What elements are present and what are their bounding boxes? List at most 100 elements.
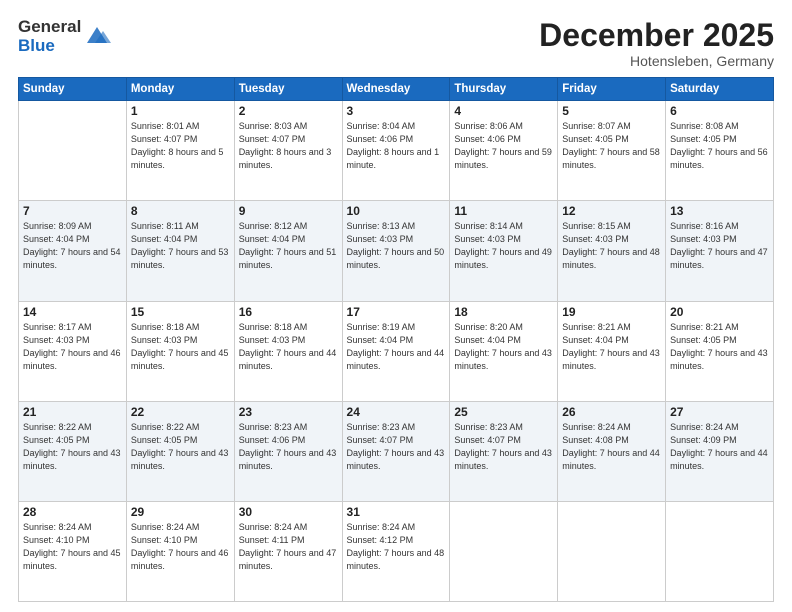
day-details: Sunrise: 8:04 AMSunset: 4:06 PMDaylight:… <box>347 121 440 170</box>
day-number: 25 <box>454 405 553 419</box>
table-row: 20 Sunrise: 8:21 AMSunset: 4:05 PMDaylig… <box>666 301 774 401</box>
table-row: 8 Sunrise: 8:11 AMSunset: 4:04 PMDayligh… <box>126 201 234 301</box>
table-row: 5 Sunrise: 8:07 AMSunset: 4:05 PMDayligh… <box>558 101 666 201</box>
day-number: 23 <box>239 405 338 419</box>
day-number: 14 <box>23 305 122 319</box>
day-details: Sunrise: 8:18 AMSunset: 4:03 PMDaylight:… <box>131 322 229 371</box>
table-row: 22 Sunrise: 8:22 AMSunset: 4:05 PMDaylig… <box>126 401 234 501</box>
header-row: Sunday Monday Tuesday Wednesday Thursday… <box>19 78 774 101</box>
table-row: 9 Sunrise: 8:12 AMSunset: 4:04 PMDayligh… <box>234 201 342 301</box>
day-number: 1 <box>131 104 230 118</box>
table-row: 7 Sunrise: 8:09 AMSunset: 4:04 PMDayligh… <box>19 201 127 301</box>
table-row: 17 Sunrise: 8:19 AMSunset: 4:04 PMDaylig… <box>342 301 450 401</box>
logo-blue: Blue <box>18 37 81 56</box>
day-details: Sunrise: 8:24 AMSunset: 4:10 PMDaylight:… <box>23 522 121 571</box>
day-details: Sunrise: 8:13 AMSunset: 4:03 PMDaylight:… <box>347 221 445 270</box>
day-number: 4 <box>454 104 553 118</box>
table-row: 13 Sunrise: 8:16 AMSunset: 4:03 PMDaylig… <box>666 201 774 301</box>
table-row: 14 Sunrise: 8:17 AMSunset: 4:03 PMDaylig… <box>19 301 127 401</box>
day-details: Sunrise: 8:06 AMSunset: 4:06 PMDaylight:… <box>454 121 552 170</box>
day-details: Sunrise: 8:09 AMSunset: 4:04 PMDaylight:… <box>23 221 121 270</box>
day-number: 2 <box>239 104 338 118</box>
day-details: Sunrise: 8:17 AMSunset: 4:03 PMDaylight:… <box>23 322 121 371</box>
day-details: Sunrise: 8:20 AMSunset: 4:04 PMDaylight:… <box>454 322 552 371</box>
col-tuesday: Tuesday <box>234 78 342 101</box>
day-number: 17 <box>347 305 446 319</box>
table-row: 3 Sunrise: 8:04 AMSunset: 4:06 PMDayligh… <box>342 101 450 201</box>
day-details: Sunrise: 8:21 AMSunset: 4:04 PMDaylight:… <box>562 322 660 371</box>
table-row <box>450 501 558 601</box>
day-number: 30 <box>239 505 338 519</box>
day-details: Sunrise: 8:23 AMSunset: 4:06 PMDaylight:… <box>239 422 337 471</box>
table-row: 16 Sunrise: 8:18 AMSunset: 4:03 PMDaylig… <box>234 301 342 401</box>
day-number: 5 <box>562 104 661 118</box>
table-row: 26 Sunrise: 8:24 AMSunset: 4:08 PMDaylig… <box>558 401 666 501</box>
calendar-table: Sunday Monday Tuesday Wednesday Thursday… <box>18 77 774 602</box>
day-details: Sunrise: 8:07 AMSunset: 4:05 PMDaylight:… <box>562 121 660 170</box>
day-number: 9 <box>239 204 338 218</box>
day-number: 20 <box>670 305 769 319</box>
page: General Blue December 2025 Hotensleben, … <box>0 0 792 612</box>
col-monday: Monday <box>126 78 234 101</box>
table-row: 12 Sunrise: 8:15 AMSunset: 4:03 PMDaylig… <box>558 201 666 301</box>
day-number: 11 <box>454 204 553 218</box>
day-number: 29 <box>131 505 230 519</box>
col-thursday: Thursday <box>450 78 558 101</box>
calendar-week-row: 21 Sunrise: 8:22 AMSunset: 4:05 PMDaylig… <box>19 401 774 501</box>
day-details: Sunrise: 8:24 AMSunset: 4:11 PMDaylight:… <box>239 522 337 571</box>
day-number: 21 <box>23 405 122 419</box>
day-number: 24 <box>347 405 446 419</box>
day-number: 28 <box>23 505 122 519</box>
day-number: 16 <box>239 305 338 319</box>
day-number: 22 <box>131 405 230 419</box>
table-row: 6 Sunrise: 8:08 AMSunset: 4:05 PMDayligh… <box>666 101 774 201</box>
day-number: 19 <box>562 305 661 319</box>
day-details: Sunrise: 8:24 AMSunset: 4:08 PMDaylight:… <box>562 422 660 471</box>
day-number: 3 <box>347 104 446 118</box>
logo-general: General <box>18 18 81 37</box>
day-details: Sunrise: 8:24 AMSunset: 4:12 PMDaylight:… <box>347 522 445 571</box>
table-row: 19 Sunrise: 8:21 AMSunset: 4:04 PMDaylig… <box>558 301 666 401</box>
day-details: Sunrise: 8:19 AMSunset: 4:04 PMDaylight:… <box>347 322 445 371</box>
table-row <box>666 501 774 601</box>
table-row: 15 Sunrise: 8:18 AMSunset: 4:03 PMDaylig… <box>126 301 234 401</box>
table-row: 29 Sunrise: 8:24 AMSunset: 4:10 PMDaylig… <box>126 501 234 601</box>
table-row: 31 Sunrise: 8:24 AMSunset: 4:12 PMDaylig… <box>342 501 450 601</box>
table-row: 11 Sunrise: 8:14 AMSunset: 4:03 PMDaylig… <box>450 201 558 301</box>
day-details: Sunrise: 8:24 AMSunset: 4:09 PMDaylight:… <box>670 422 768 471</box>
logo-text: General Blue <box>18 18 81 55</box>
day-details: Sunrise: 8:24 AMSunset: 4:10 PMDaylight:… <box>131 522 229 571</box>
day-number: 31 <box>347 505 446 519</box>
table-row: 21 Sunrise: 8:22 AMSunset: 4:05 PMDaylig… <box>19 401 127 501</box>
day-details: Sunrise: 8:14 AMSunset: 4:03 PMDaylight:… <box>454 221 552 270</box>
day-details: Sunrise: 8:16 AMSunset: 4:03 PMDaylight:… <box>670 221 768 270</box>
table-row: 30 Sunrise: 8:24 AMSunset: 4:11 PMDaylig… <box>234 501 342 601</box>
day-number: 18 <box>454 305 553 319</box>
logo-icon <box>83 21 111 49</box>
day-details: Sunrise: 8:11 AMSunset: 4:04 PMDaylight:… <box>131 221 229 270</box>
day-number: 12 <box>562 204 661 218</box>
col-friday: Friday <box>558 78 666 101</box>
day-details: Sunrise: 8:03 AMSunset: 4:07 PMDaylight:… <box>239 121 332 170</box>
col-wednesday: Wednesday <box>342 78 450 101</box>
day-details: Sunrise: 8:21 AMSunset: 4:05 PMDaylight:… <box>670 322 768 371</box>
table-row <box>19 101 127 201</box>
table-row: 23 Sunrise: 8:23 AMSunset: 4:06 PMDaylig… <box>234 401 342 501</box>
title-block: December 2025 Hotensleben, Germany <box>539 18 774 69</box>
col-sunday: Sunday <box>19 78 127 101</box>
calendar-week-row: 28 Sunrise: 8:24 AMSunset: 4:10 PMDaylig… <box>19 501 774 601</box>
day-details: Sunrise: 8:08 AMSunset: 4:05 PMDaylight:… <box>670 121 768 170</box>
table-row: 1 Sunrise: 8:01 AMSunset: 4:07 PMDayligh… <box>126 101 234 201</box>
day-number: 13 <box>670 204 769 218</box>
day-number: 8 <box>131 204 230 218</box>
table-row: 2 Sunrise: 8:03 AMSunset: 4:07 PMDayligh… <box>234 101 342 201</box>
day-details: Sunrise: 8:01 AMSunset: 4:07 PMDaylight:… <box>131 121 224 170</box>
day-number: 6 <box>670 104 769 118</box>
table-row: 10 Sunrise: 8:13 AMSunset: 4:03 PMDaylig… <box>342 201 450 301</box>
col-saturday: Saturday <box>666 78 774 101</box>
table-row: 25 Sunrise: 8:23 AMSunset: 4:07 PMDaylig… <box>450 401 558 501</box>
day-details: Sunrise: 8:12 AMSunset: 4:04 PMDaylight:… <box>239 221 337 270</box>
table-row <box>558 501 666 601</box>
day-number: 27 <box>670 405 769 419</box>
calendar-week-row: 14 Sunrise: 8:17 AMSunset: 4:03 PMDaylig… <box>19 301 774 401</box>
